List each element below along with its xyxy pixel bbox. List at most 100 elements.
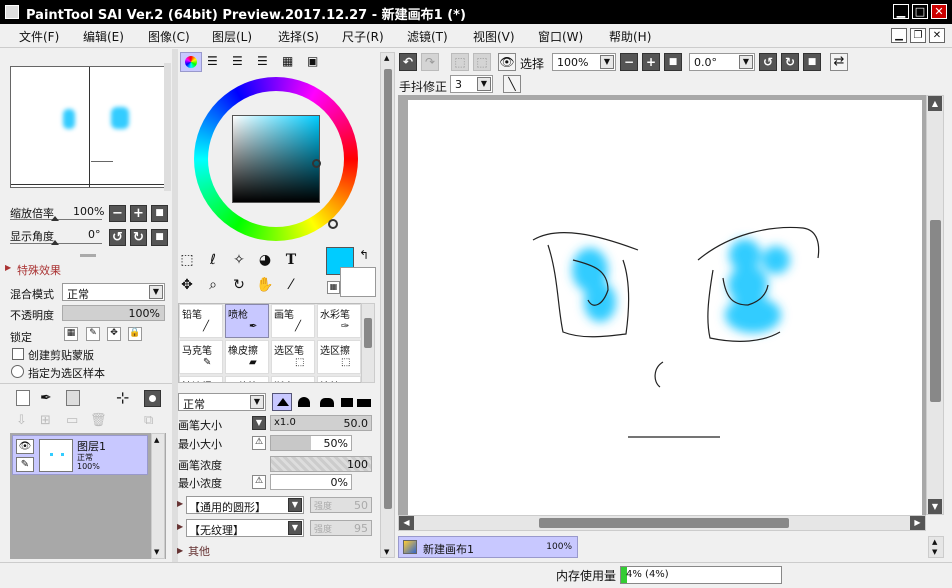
hand-tool-icon[interactable]: ✋	[254, 274, 276, 296]
menu-layer[interactable]: 图层(L)	[212, 28, 252, 45]
texture-strength-slider[interactable]: 强度 95	[310, 520, 372, 536]
rgb-slider-tab[interactable]: ☰	[207, 54, 218, 68]
brush-slot-9[interactable]: 油漆桶◍	[179, 376, 223, 382]
edge-round-icon[interactable]	[318, 395, 336, 409]
rotate-reset-button[interactable]: ■	[151, 229, 168, 246]
move-icon[interactable]: ✥	[176, 274, 198, 296]
menu-view[interactable]: 视图(V)	[473, 28, 515, 45]
blend-mode-select[interactable]: 正常 ▼	[62, 283, 165, 301]
deselect-button[interactable]: ⬚	[451, 53, 469, 71]
brush-size-slider[interactable]: x1.0 50.0	[270, 415, 372, 431]
sv-picker-cursor[interactable]	[312, 159, 321, 168]
zoom-in-button[interactable]: +	[130, 205, 147, 222]
color-mix-tab[interactable]: ☰	[257, 54, 268, 68]
minimize-button[interactable]: ▁	[893, 4, 909, 19]
brush-slot-7[interactable]: 选区笔 ⬚	[271, 340, 315, 374]
min-density-slider[interactable]: 0%	[270, 474, 352, 490]
brush-grid-scrollbar[interactable]	[361, 303, 375, 383]
swap-colors-icon[interactable]: ↰	[359, 248, 369, 262]
close-button[interactable]: ✕	[931, 4, 947, 19]
menu-image[interactable]: 图像(C)	[148, 28, 190, 45]
straight-line-icon[interactable]: ╲	[503, 75, 521, 93]
canvas-rotate-right-button[interactable]: ↻	[781, 53, 799, 71]
lock-move-icon[interactable]: ✥	[107, 327, 121, 341]
menu-edit[interactable]: 编辑(E)	[83, 28, 124, 45]
zoom-out-button[interactable]: −	[109, 205, 126, 222]
canvas-zoom-select[interactable]: 100% ▼	[552, 53, 616, 71]
brush-slot-5[interactable]: 马克笔 ✎	[179, 340, 223, 374]
pressure-density-icon[interactable]: ⚠	[252, 475, 266, 489]
transform-icon[interactable]: ⊹	[116, 388, 129, 407]
canvas-zoom-reset-button[interactable]: ■	[664, 53, 682, 71]
opacity-slider[interactable]: 100%	[62, 305, 165, 321]
brush-mode-select[interactable]: 正常 ▼	[178, 393, 266, 411]
eye-icon[interactable]: 👁	[16, 439, 34, 454]
swatches-tab[interactable]: ▦	[282, 54, 293, 68]
lock-transparency-icon[interactable]: ▦	[64, 327, 78, 341]
brush-shape-select[interactable]: 【通用的圆形】 ▼	[186, 496, 304, 514]
menu-select[interactable]: 选择(S)	[278, 28, 319, 45]
rotate-right-button[interactable]: ↻	[130, 229, 147, 246]
menu-window[interactable]: 窗口(W)	[538, 28, 583, 45]
color-wheel[interactable]	[194, 77, 358, 241]
edge-hard-icon[interactable]	[272, 393, 292, 411]
brush-slot-10[interactable]: 二值笔▨	[225, 376, 269, 382]
clear-layer-icon[interactable]: ▭	[66, 413, 78, 428]
edge-wide-icon[interactable]	[356, 395, 372, 409]
secondary-color-swatch[interactable]	[340, 267, 376, 297]
mdi-restore-button[interactable]: ❐	[910, 28, 926, 43]
text-tool-icon[interactable]: T	[280, 249, 302, 271]
undo-button[interactable]: ↶	[399, 53, 417, 71]
layer-mask-icon[interactable]	[144, 390, 161, 407]
rotate-left-button[interactable]: ↺	[109, 229, 126, 246]
delete-layer-icon[interactable]: 🗑	[90, 413, 107, 428]
color-wheel-tab[interactable]	[180, 52, 202, 72]
brush-slot-1[interactable]: 铅笔 ╱	[179, 304, 223, 338]
new-vector-layer-icon[interactable]: ✒	[40, 390, 52, 406]
brush-texture-select[interactable]: 【无纹理】 ▼	[186, 519, 304, 537]
layer-row[interactable]: 👁 ✎ 图层1 正常 100%	[12, 435, 148, 475]
canvas-angle-select[interactable]: 0.0° ▼	[689, 53, 755, 71]
lock-paint-icon[interactable]: ✎	[86, 327, 100, 341]
hsv-slider-tab[interactable]: ☰	[232, 54, 243, 68]
min-size-slider[interactable]: 50%	[270, 435, 352, 451]
redo-button[interactable]: ↷	[421, 53, 439, 71]
lock-all-icon[interactable]: 🔒	[128, 327, 142, 341]
rotate-tool-icon[interactable]: ↻	[228, 274, 250, 296]
pen-icon[interactable]: ✎	[16, 457, 34, 472]
brush-slot-2[interactable]: 喷枪 ✒	[225, 304, 269, 338]
menu-filter[interactable]: 滤镜(T)	[407, 28, 448, 45]
angle-slider-handle[interactable]	[51, 240, 59, 245]
canvas-hscrollbar[interactable]: ◀ ▶	[398, 515, 926, 531]
canvas-rotate-left-button[interactable]: ↺	[759, 53, 777, 71]
brush-slot-3[interactable]: 画笔 ╱	[271, 304, 315, 338]
size-range-dropdown[interactable]: ▼	[252, 416, 266, 430]
brush-slot-8[interactable]: 选区擦 ⬚	[317, 340, 361, 374]
maximize-button[interactable]: □	[912, 4, 928, 19]
edge-flat-icon[interactable]	[340, 395, 354, 409]
flip-horizontal-icon[interactable]: ⇄	[830, 53, 848, 71]
mdi-minimize-button[interactable]: ▁	[891, 28, 907, 43]
scratchpad-tab[interactable]: ▣	[307, 54, 318, 68]
layer-list-scrollbar[interactable]: ▲ ▼	[151, 433, 165, 559]
magic-wand-icon[interactable]: ✧	[228, 249, 250, 271]
pressure-size-icon[interactable]: ⚠	[252, 436, 266, 450]
mdi-close-button[interactable]: ✕	[929, 28, 945, 43]
menu-ruler[interactable]: 尺子(R)	[342, 28, 384, 45]
transparent-color-icon[interactable]: ▦	[327, 281, 340, 294]
zoom-tool-icon[interactable]: ⌕	[202, 274, 224, 296]
brush-slot-4[interactable]: 水彩笔 ✑	[317, 304, 361, 338]
canvas-vscrollbar[interactable]: ▲ ▼	[926, 95, 944, 515]
canvas-tab[interactable]: 新建画布1 100%	[398, 536, 578, 558]
stabilizer-select[interactable]: 3 ▼	[450, 75, 493, 93]
shape-strength-slider[interactable]: 强度 50	[310, 497, 372, 513]
menu-help[interactable]: 帮助(H)	[609, 28, 651, 45]
brush-slot-6[interactable]: 橡皮擦 ▰	[225, 340, 269, 374]
show-selection-eye-icon[interactable]: 👁	[498, 53, 516, 71]
selection-sample-radio[interactable]	[11, 365, 24, 378]
eyedropper-icon[interactable]: ⁄	[280, 274, 302, 296]
tool-panel-scrollbar[interactable]: ▲ ▼	[380, 52, 395, 558]
brush-slot-12[interactable]: 涂抹≈	[317, 376, 361, 382]
zoom-slider-handle[interactable]	[51, 216, 59, 221]
transfer-down-icon[interactable]: ⇩	[16, 413, 27, 428]
